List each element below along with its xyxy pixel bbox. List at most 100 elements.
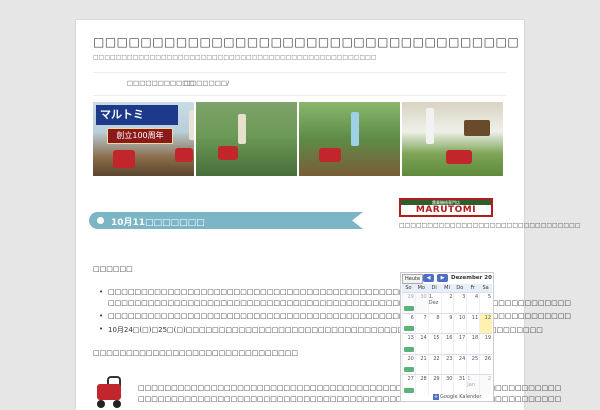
calendar-day[interactable]: 9 [440,313,454,333]
calendar-day[interactable]: 23 [440,354,454,374]
calendar-day[interactable]: 17 [453,334,466,354]
day-number: 21 [420,355,427,362]
list-item-continued: □□□□□□□□□□□□□□□□□□□□□□□□□□□□□□□□□□□□□□□□… [108,299,571,307]
calendar-day[interactable]: 20 [402,354,415,374]
day-number: 13 [407,335,414,341]
prev-month-button[interactable]: ◀ [423,274,434,282]
calendar-day[interactable]: 1. Jan [466,375,480,395]
weekday-label: Di [431,285,437,291]
calendar-day[interactable]: 19 [479,334,492,354]
post-title-banner: 10月11□□□□□□□ [89,212,363,229]
post-title[interactable]: 10月11□□□□□□□ [111,215,205,228]
calendar-day[interactable]: 31 [453,375,466,395]
calendar-grid: So Mo Di Mi Do Fr Sa 29 30 1. Dez 2 3 4 … [402,284,493,395]
calendar-day[interactable]: 16 [440,334,454,354]
banner-photo-2 [196,102,297,176]
patio-table [464,120,490,136]
day-number: 1. Dez [428,294,439,306]
calendar-day[interactable]: 7 [414,313,428,333]
machine-wheel [97,400,105,408]
day-number: 8 [436,314,440,321]
day-number: 2 [449,294,453,300]
circle-icon [97,217,104,224]
event-chip[interactable] [404,305,414,311]
day-number: 6 [410,314,414,321]
calendar-day[interactable]: 30 [414,293,428,313]
site-title[interactable]: □□□□□□□□□□□□□□□□□□□□□□□□□□□□□□□□□□□□ [93,35,519,49]
day-number: 31 [458,376,466,382]
banner-photo-1: マルトミ 創立100周年 [93,102,194,176]
calendar-day[interactable]: 29 [402,293,415,313]
machine-body [97,384,121,400]
snow-blower-thumbnail [93,376,127,410]
person-figure [189,110,194,140]
calendar-day[interactable]: 11 [466,313,479,333]
day-number: 15 [433,335,440,341]
calendar-day[interactable]: 30 [440,375,454,395]
day-number: 28 [420,376,427,382]
calendar-day[interactable]: 25 [466,354,479,374]
calendar-day-today[interactable]: 12 [479,313,493,333]
calendar-day[interactable]: 22 [427,354,441,374]
event-chip[interactable] [404,326,414,331]
google-calendar-label: Google Kalender [440,394,482,400]
weekday-label: Sa [482,285,489,291]
calendar-day[interactable]: 13 [402,334,415,354]
calendar-day[interactable]: 4 [466,293,479,313]
site-description: □□□□□□□□□□□□□□□□□□□□□□□□□□□□□□□□□□□□□□□□… [93,54,377,61]
calendar-day[interactable]: 15 [427,334,441,354]
plus-icon: + [433,394,439,400]
calendar-week: 29 30 1. Dez 2 3 4 5 [402,292,492,313]
google-calendar-link[interactable]: + Google Kalender [433,394,481,400]
marutomi-logo[interactable]: 農業機械専門店 MARUTOMI [399,198,493,217]
calendar-day[interactable]: 21 [414,354,428,374]
calendar-day[interactable]: 18 [466,334,479,354]
calendar-day[interactable]: 6 [402,313,415,333]
anniversary-badge: 創立100周年 [107,128,173,144]
day-number: 26 [484,355,492,362]
calendar-day[interactable]: 5 [479,293,492,313]
calendar-day[interactable]: 27 [402,375,415,395]
post-paragraph: □□□□□□ [93,265,133,273]
calendar-day[interactable]: 10 [453,313,466,333]
sidebar-text: □□□□□□□□□□□□□□□□□□□□□□□□□□□□□□□□ [399,222,581,229]
calendar-day[interactable]: 3 [453,293,466,313]
calendar-day[interactable]: 2 [440,293,454,313]
snow-blower-machine [113,150,135,168]
calendar-day[interactable]: 26 [479,354,492,374]
banner-logo: マルトミ [96,105,178,125]
day-number: 12 [484,314,492,321]
day-number: 24 [458,355,466,362]
day-number: 4 [474,294,479,300]
next-month-button[interactable]: ▶ [437,274,448,282]
day-number: 27 [407,376,414,382]
day-number: 16 [446,335,453,341]
post-paragraph: □□□□□□□□□□□□□□□□□□□□□□□□□□□□□□□□□□□□□□□□… [138,395,562,403]
event-chip[interactable] [404,367,414,372]
today-button[interactable]: Heute [402,274,424,284]
header-banner: マルトミ 創立100周年 [93,102,503,176]
calendar-day[interactable]: 8 [427,313,441,333]
day-number: 14 [420,335,427,341]
weekday-label: Mo [417,285,425,291]
calendar-day[interactable]: 2 [479,375,493,395]
day-number: 19 [484,335,492,341]
calendar-day[interactable]: 28 [414,375,428,395]
event-chip[interactable] [404,346,414,352]
calendar-day[interactable]: 14 [414,334,428,354]
person-figure [238,114,246,144]
machine-wheel [113,400,121,408]
weekday-label: Do [456,285,464,291]
calendar-day[interactable]: 24 [453,354,466,374]
day-number: 10 [458,314,466,321]
lawn-mower-machine [446,150,472,164]
day-number: 11 [471,314,479,321]
nav-item-2[interactable]: □□□□□□□/ [184,79,229,87]
event-chip[interactable] [404,387,414,393]
calendar-day[interactable]: 29 [427,375,441,395]
google-calendar-widget: Heute ◀ ▶ Dezember 20 So Mo Di Mi Do Fr … [400,272,494,402]
calendar-day[interactable]: 1. Dez [427,293,441,313]
day-number: 18 [471,335,479,341]
calendar-week: 20 21 22 23 24 25 26 [402,353,492,374]
tiller-machine [218,146,238,160]
